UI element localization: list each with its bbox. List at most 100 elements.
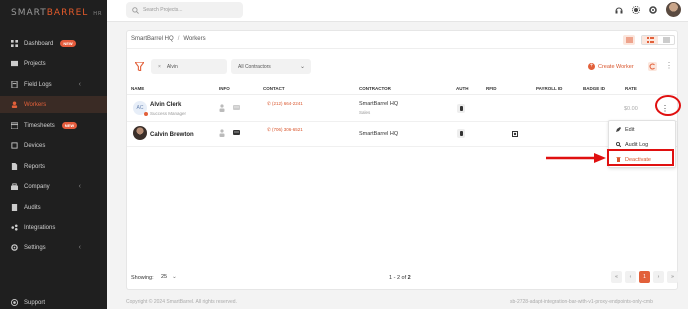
chevron-left-icon: ‹ — [78, 244, 81, 251]
table-footer: Showing: 25 ⌄ 1 - 2 of 2 « ‹ 1 › » — [127, 268, 678, 289]
column-header[interactable]: NAME — [131, 86, 144, 91]
copyright-text: Copyright © 2024 SmartBarrel. All rights… — [126, 299, 237, 305]
workers-icon — [11, 101, 18, 108]
logo-text-smart: SMART — [11, 8, 47, 18]
sidebar-item-integrations[interactable]: Integrations — [0, 219, 107, 236]
sidebar-item-support[interactable]: Support — [0, 294, 107, 309]
annotation-arrow-icon — [546, 153, 606, 163]
sidebar-item-timesheets[interactable]: Timesheets NEW — [0, 117, 107, 134]
sidebar-item-label: Devices — [24, 142, 46, 149]
phone-number: (706) 306-6521 — [272, 127, 303, 132]
showing-label: Showing: — [131, 275, 154, 281]
support-headset-icon[interactable] — [615, 6, 623, 14]
sliders-icon — [625, 37, 633, 43]
sidebar-item-label: Company — [24, 183, 50, 190]
table-row[interactable]: Calvin Brewton ✆ (706) 306-6521 SmartBar… — [127, 121, 677, 147]
sidebar: SMARTBARREL HR Dashboard NEW Projects Fie… — [0, 0, 107, 309]
sidebar-item-label: Support — [24, 299, 46, 306]
page-button-current[interactable]: 1 — [639, 271, 650, 283]
integrations-icon — [11, 224, 18, 231]
reports-icon — [11, 163, 18, 170]
filter-icon[interactable] — [135, 62, 144, 71]
search-icon — [616, 142, 621, 147]
table-row[interactable]: AC Alvin Clerk Success Manager ✆ (212) 6… — [127, 96, 677, 122]
next-page-button[interactable]: › — [653, 271, 664, 283]
card-header: SmartBarrel HQ / Workers — [127, 31, 677, 49]
rate-value: $0.00 — [624, 106, 638, 112]
first-page-button[interactable]: « — [611, 271, 622, 283]
worker-name[interactable]: Alvin Clerk — [150, 102, 181, 108]
annotation-circle — [655, 95, 681, 116]
field-logs-icon — [11, 81, 18, 88]
breadcrumb-separator: / — [177, 36, 180, 42]
contractor-select[interactable]: All Contractors ⌄ — [231, 59, 311, 74]
sidebar-item-label: Timesheets — [24, 122, 55, 129]
sidebar-item-audits[interactable]: Audits — [0, 199, 107, 216]
chevron-left-icon: ‹ — [78, 81, 81, 88]
range-prefix: 1 - 2 of — [389, 275, 407, 281]
filter-panel-button[interactable] — [623, 35, 635, 45]
prev-page-button[interactable]: ‹ — [625, 271, 636, 283]
projects-icon — [11, 60, 18, 67]
result-range: 1 - 2 of 2 — [389, 275, 411, 281]
sidebar-item-company[interactable]: Company ‹ — [0, 178, 107, 195]
column-header: BADGE ID — [583, 86, 606, 91]
auth-phone-icon — [457, 104, 465, 113]
filter-toolbar: × Alvin All Contractors ⌄ + Create Worke… — [127, 57, 677, 77]
breadcrumb-current: Workers — [183, 36, 206, 42]
sidebar-item-field-logs[interactable]: Field Logs ‹ — [0, 76, 107, 93]
worker-name[interactable]: Calvin Brewton — [150, 132, 194, 138]
sidebar-item-settings[interactable]: Settings ‹ — [0, 239, 107, 256]
app-logo[interactable]: SMARTBARREL HR — [11, 8, 103, 18]
dashboard-icon — [11, 40, 18, 47]
more-options-icon[interactable]: ⋮ — [665, 61, 673, 70]
chevron-down-icon: ⌄ — [299, 64, 305, 70]
sidebar-item-devices[interactable]: Devices — [0, 137, 107, 154]
list-view-button[interactable] — [642, 36, 658, 44]
sidebar-item-dashboard[interactable]: Dashboard NEW — [0, 35, 107, 52]
theme-toggle-icon[interactable] — [632, 5, 640, 14]
view-toggle — [641, 35, 675, 45]
sidebar-item-label: Settings — [24, 244, 46, 251]
sidebar-item-projects[interactable]: Projects — [0, 55, 107, 72]
contractor-select-value: All Contractors — [238, 63, 271, 70]
column-header: INFO — [219, 86, 230, 91]
column-header: PAYROLL ID — [536, 86, 563, 91]
clear-icon[interactable]: × — [158, 64, 161, 70]
sidebar-item-label: Reports — [24, 163, 46, 170]
last-page-button[interactable]: » — [667, 271, 678, 283]
logo-tag: HR — [93, 11, 103, 17]
devices-icon — [11, 142, 18, 149]
sidebar-item-label: Projects — [24, 60, 46, 67]
column-header[interactable]: CONTRACTOR — [359, 86, 391, 91]
column-header: CONTACT — [263, 86, 285, 91]
sidebar-item-reports[interactable]: Reports — [0, 158, 107, 175]
chevron-left-icon: ‹ — [78, 183, 81, 190]
contractor-name: SmartBarrel HQ — [359, 131, 399, 137]
refresh-button[interactable] — [648, 62, 657, 71]
column-header: RFID — [486, 86, 497, 91]
sidebar-item-label: Audits — [24, 204, 41, 211]
name-search-input[interactable]: × Alvin — [151, 59, 227, 74]
rows-icon — [662, 37, 670, 43]
phone-link[interactable]: ✆ (212) 664-2241 — [267, 101, 303, 107]
create-worker-button[interactable]: + Create Worker — [588, 61, 634, 72]
sidebar-item-label: Dashboard — [24, 40, 54, 47]
person-icon — [219, 104, 225, 112]
sidebar-item-workers[interactable]: Workers — [0, 96, 107, 113]
breadcrumb-root[interactable]: SmartBarrel HQ — [131, 36, 174, 42]
timesheets-icon — [11, 122, 18, 129]
phone-link[interactable]: ✆ (706) 306-6521 — [267, 127, 303, 133]
person-icon — [219, 129, 225, 137]
avatar[interactable] — [666, 2, 681, 17]
gear-icon[interactable] — [649, 5, 657, 14]
menu-item-edit[interactable]: Edit — [609, 122, 675, 137]
page-size-select[interactable]: 25 ⌄ — [161, 271, 183, 283]
table-view-button[interactable] — [658, 36, 674, 44]
id-card-icon — [233, 130, 240, 135]
sidebar-item-label: Field Logs — [24, 81, 52, 88]
status-dot — [144, 112, 148, 116]
contractor-name: SmartBarrel HQ — [359, 101, 399, 107]
search-input[interactable]: Search Projects... — [126, 2, 243, 18]
logo-text-barrel: BARREL — [46, 8, 89, 18]
